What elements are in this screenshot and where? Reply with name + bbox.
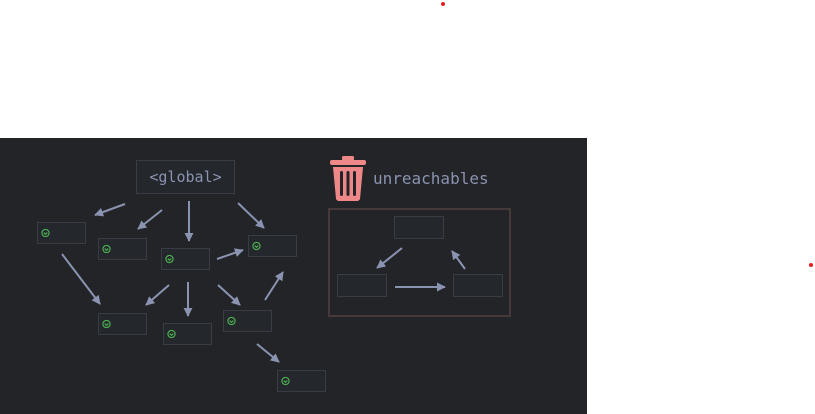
trash-icon bbox=[330, 156, 366, 201]
graph-node bbox=[161, 248, 210, 270]
check-circle-icon bbox=[227, 316, 236, 326]
check-circle-icon bbox=[281, 376, 290, 386]
edge-global-to-b bbox=[137, 209, 163, 230]
graph-node bbox=[37, 222, 86, 244]
memory-graph-panel: <global> unreachables bbox=[0, 138, 587, 414]
check-circle-icon bbox=[167, 329, 176, 339]
check-circle-icon bbox=[252, 241, 261, 251]
graph-node bbox=[223, 310, 272, 332]
global-node: <global> bbox=[136, 160, 235, 194]
unreachable-node bbox=[337, 274, 387, 297]
edge-g-to-d bbox=[264, 271, 284, 301]
check-circle-icon bbox=[41, 228, 50, 238]
edge-c-to-g bbox=[217, 284, 241, 306]
graph-node bbox=[248, 235, 297, 257]
red-marker-top bbox=[441, 2, 445, 6]
graph-node bbox=[163, 323, 212, 345]
graph-node bbox=[277, 370, 326, 392]
edge-c-to-e bbox=[145, 284, 170, 306]
graph-node bbox=[98, 238, 147, 260]
unreachables-label: unreachables bbox=[373, 169, 489, 188]
edge-global-to-a bbox=[94, 203, 126, 217]
graph-node bbox=[98, 313, 147, 335]
edge-a-to-e bbox=[61, 253, 101, 305]
unreachable-node bbox=[453, 274, 503, 297]
red-marker-right bbox=[809, 263, 813, 267]
check-circle-icon bbox=[102, 319, 111, 329]
unreachable-node bbox=[394, 216, 444, 239]
edge-global-to-d bbox=[237, 202, 265, 229]
check-circle-icon bbox=[165, 254, 174, 264]
edge-c-to-d bbox=[216, 248, 244, 260]
edge-g-to-h bbox=[256, 343, 280, 363]
check-circle-icon bbox=[102, 244, 111, 254]
